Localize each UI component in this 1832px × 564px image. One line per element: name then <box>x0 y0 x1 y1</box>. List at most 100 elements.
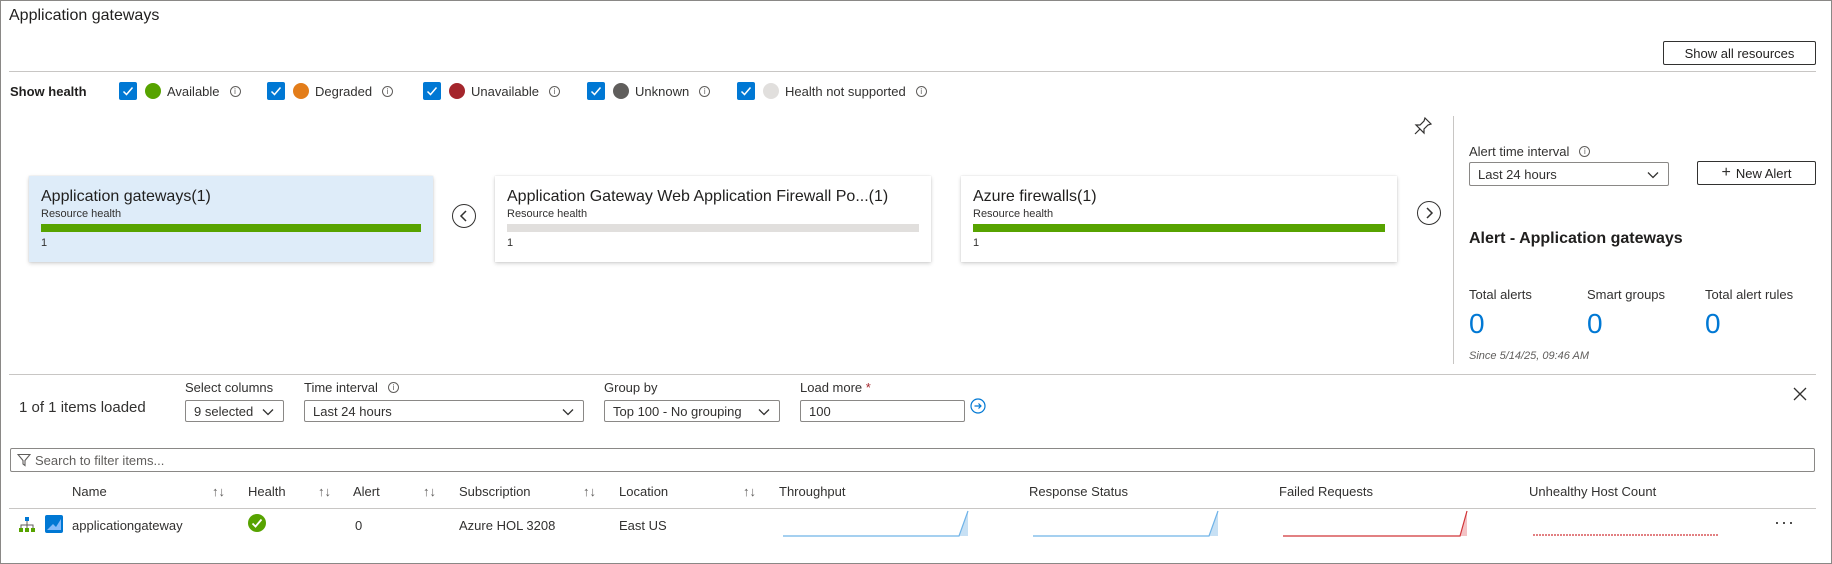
time-interval-text: Time interval <box>304 380 378 395</box>
sort-icon[interactable]: ↑↓ <box>743 484 756 499</box>
tile-azure-firewalls[interactable]: Azure firewalls(1) Resource health 1 <box>961 176 1397 262</box>
health-label-unknown: Unknown <box>635 83 690 99</box>
column-header-subscription[interactable]: Subscription <box>459 484 531 499</box>
failed-requests-sparkline <box>1283 510 1468 537</box>
close-icon[interactable] <box>1792 386 1808 402</box>
info-icon[interactable]: i <box>1579 146 1591 157</box>
tile-title: Application Gateway Web Application Fire… <box>507 188 889 205</box>
column-header-failed-requests[interactable]: Failed Requests <box>1279 484 1373 499</box>
info-icon[interactable]: i <box>229 85 241 97</box>
alerts-since-text: Since 5/14/25, 09:46 AM <box>1469 350 1590 362</box>
load-more-input[interactable]: 100 <box>800 400 965 422</box>
plus-icon: + <box>1721 164 1731 181</box>
resource-name-link[interactable]: applicationgateway <box>72 518 183 533</box>
alert-count-link[interactable]: 0 <box>355 518 362 533</box>
response-status-sparkline <box>1033 510 1219 537</box>
info-icon[interactable]: i <box>548 85 560 97</box>
filter-icon <box>17 453 31 467</box>
health-filter-not-supported[interactable]: Health not supported i <box>737 82 927 100</box>
load-more-text: Load more <box>800 380 863 395</box>
unknown-status-icon <box>613 83 629 99</box>
alert-time-interval-text: Alert time interval <box>1469 144 1570 159</box>
checkbox-checked-icon[interactable] <box>119 82 137 100</box>
info-icon[interactable]: i <box>387 382 399 393</box>
alert-panel-divider <box>1453 116 1454 364</box>
alert-time-interval-select[interactable]: Last 24 hours <box>1469 162 1669 186</box>
total-alerts-value[interactable]: 0 <box>1469 308 1485 340</box>
checkbox-checked-icon[interactable] <box>423 82 441 100</box>
sort-icon[interactable]: ↑↓ <box>423 484 436 499</box>
time-interval-value: Last 24 hours <box>313 403 392 419</box>
column-header-health[interactable]: Health <box>248 484 286 499</box>
column-header-name[interactable]: Name <box>72 484 107 499</box>
select-columns-label: Select columns <box>185 380 274 395</box>
time-interval-label: Time interval i <box>304 380 399 395</box>
check-circle-icon <box>248 514 266 532</box>
throughput-sparkline <box>783 510 969 537</box>
health-filter-unknown[interactable]: Unknown i <box>587 82 711 100</box>
time-interval-dropdown[interactable]: Last 24 hours <box>304 400 584 422</box>
health-label-available: Available <box>167 83 220 99</box>
page-title: Application gateways <box>9 7 160 24</box>
tile-application-gateways[interactable]: Application gateways(1) Resource health … <box>29 176 433 262</box>
info-icon[interactable]: i <box>915 85 927 97</box>
search-input[interactable]: Search to filter items... <box>10 448 1815 472</box>
total-alerts-label: Total alerts <box>1469 287 1532 302</box>
previous-button[interactable] <box>452 204 476 228</box>
new-alert-label: New Alert <box>1735 165 1792 181</box>
degraded-status-icon <box>293 83 309 99</box>
unhealthy-host-count-sparkline <box>1533 534 1718 536</box>
column-header-alert[interactable]: Alert <box>353 484 380 499</box>
column-header-location[interactable]: Location <box>619 484 668 499</box>
group-by-dropdown[interactable]: Top 100 - No grouping <box>604 400 780 422</box>
sort-icon[interactable]: ↑↓ <box>212 484 225 499</box>
alert-time-interval-value: Last 24 hours <box>1478 166 1557 182</box>
new-alert-button[interactable]: + New Alert <box>1697 161 1816 185</box>
column-header-response-status[interactable]: Response Status <box>1029 484 1128 499</box>
show-health-label: Show health <box>10 84 87 99</box>
info-icon[interactable]: i <box>699 85 711 97</box>
search-placeholder: Search to filter items... <box>35 452 165 468</box>
next-button[interactable] <box>1417 201 1441 225</box>
health-label-unavailable: Unavailable <box>471 83 539 99</box>
group-by-label: Group by <box>604 380 658 395</box>
column-header-unhealthy-host-count[interactable]: Unhealthy Host Count <box>1529 484 1656 499</box>
total-alert-rules-value[interactable]: 0 <box>1705 308 1721 340</box>
select-columns-dropdown[interactable]: 9 selected <box>185 400 284 422</box>
chevron-left-icon <box>459 210 467 222</box>
sort-icon[interactable]: ↑↓ <box>583 484 596 499</box>
health-label-degraded: Degraded <box>315 83 373 99</box>
location-cell: East US <box>619 518 667 533</box>
chevron-down-icon <box>262 409 274 416</box>
health-filter-unavailable[interactable]: Unavailable i <box>423 82 560 100</box>
health-filter-available[interactable]: Available i <box>119 82 241 100</box>
column-header-throughput[interactable]: Throughput <box>779 484 846 499</box>
tile-subtitle: Resource health <box>973 208 1054 220</box>
more-icon[interactable]: ··· <box>1774 512 1795 533</box>
unavailable-status-icon <box>449 83 465 99</box>
checkbox-checked-icon[interactable] <box>737 82 755 100</box>
smart-groups-value[interactable]: 0 <box>1587 308 1603 340</box>
checkbox-checked-icon[interactable] <box>587 82 605 100</box>
health-bar <box>507 224 919 232</box>
info-icon[interactable]: i <box>382 85 394 97</box>
chevron-down-icon <box>562 409 574 416</box>
required-marker: * <box>865 380 871 395</box>
load-more-label: Load more * <box>800 380 871 395</box>
tile-title: Azure firewalls(1) <box>973 188 1097 205</box>
smart-groups-label: Smart groups <box>1587 287 1666 302</box>
tile-waf-policies[interactable]: Application Gateway Web Application Fire… <box>495 176 931 262</box>
tile-subtitle: Resource health <box>41 208 122 220</box>
tile-subtitle: Resource health <box>507 208 588 220</box>
checkbox-checked-icon[interactable] <box>267 82 285 100</box>
header-divider <box>9 71 1816 72</box>
sort-icon[interactable]: ↑↓ <box>318 484 331 499</box>
health-filter-degraded[interactable]: Degraded i <box>267 82 394 100</box>
pin-icon[interactable] <box>1413 116 1433 136</box>
health-label-not-supported: Health not supported <box>785 83 906 99</box>
load-more-value: 100 <box>809 403 831 419</box>
total-alert-rules-label: Total alert rules <box>1705 287 1794 302</box>
show-all-resources-button[interactable]: Show all resources <box>1663 41 1816 65</box>
arrow-right-circle-icon[interactable] <box>970 398 986 414</box>
chevron-down-icon <box>758 409 770 416</box>
